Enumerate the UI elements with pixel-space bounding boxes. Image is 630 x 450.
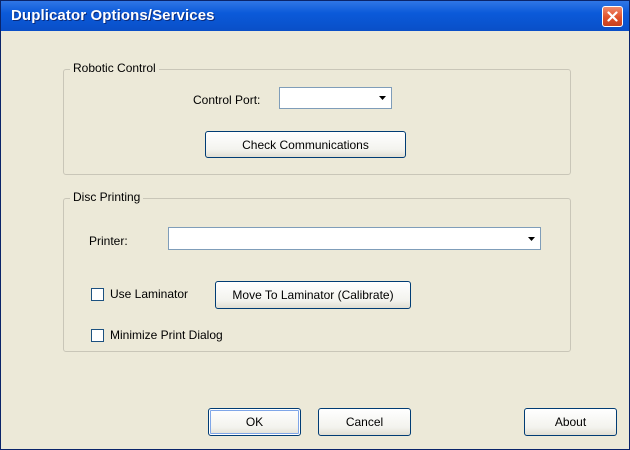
chevron-down-icon	[527, 236, 535, 241]
minimize-print-dialog-label[interactable]: Minimize Print Dialog	[110, 328, 223, 342]
control-port-dropdown[interactable]	[279, 87, 392, 109]
robotic-control-group: Robotic Control	[63, 61, 571, 175]
ok-button[interactable]: OK	[208, 408, 301, 436]
use-laminator-label[interactable]: Use Laminator	[110, 287, 188, 301]
cancel-button[interactable]: Cancel	[318, 408, 411, 436]
about-button[interactable]: About	[524, 408, 617, 436]
minimize-print-dialog-checkbox[interactable]	[91, 329, 104, 342]
close-button[interactable]	[602, 6, 623, 27]
close-icon	[607, 11, 618, 22]
move-to-laminator-button[interactable]: Move To Laminator (Calibrate)	[215, 281, 411, 309]
printer-label: Printer:	[89, 234, 128, 248]
printer-dropdown-arrow[interactable]	[524, 230, 538, 247]
control-port-label: Control Port:	[193, 93, 261, 107]
dialog-window: Duplicator Options/Services Robotic Cont…	[0, 0, 630, 450]
window-title: Duplicator Options/Services	[11, 7, 215, 24]
use-laminator-checkbox[interactable]	[91, 288, 104, 301]
robotic-control-legend: Robotic Control	[70, 61, 159, 75]
chevron-down-icon	[378, 96, 386, 100]
check-communications-button[interactable]: Check Communications	[205, 131, 406, 158]
disc-printing-legend: Disc Printing	[70, 190, 144, 204]
printer-dropdown[interactable]	[168, 227, 541, 250]
control-port-dropdown-arrow[interactable]	[375, 90, 389, 106]
title-bar[interactable]: Duplicator Options/Services	[1, 1, 629, 31]
